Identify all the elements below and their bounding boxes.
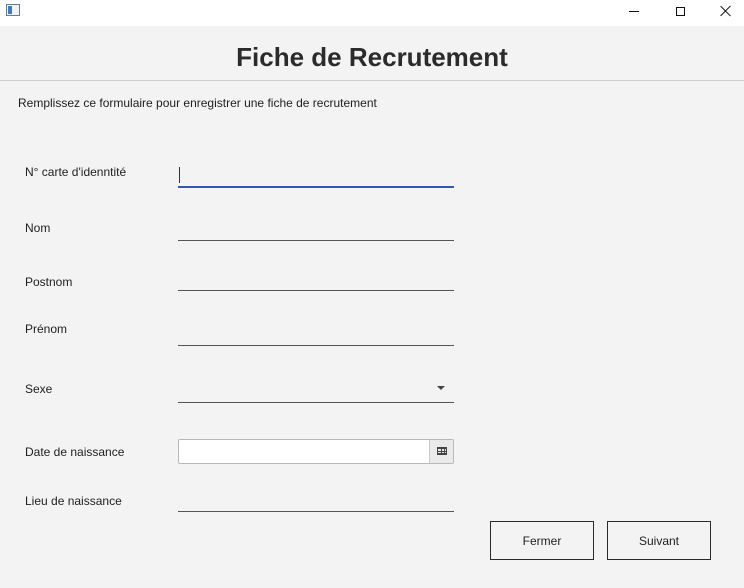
calendar-button[interactable] — [429, 440, 453, 463]
minimize-icon — [629, 10, 639, 12]
app-window-icon — [6, 4, 20, 16]
window-titlebar — [0, 0, 744, 26]
chevron-down-icon — [437, 386, 445, 390]
postnom-label: Postnom — [25, 275, 73, 289]
maximize-button[interactable] — [657, 0, 703, 22]
maximize-icon — [675, 6, 685, 16]
form-instruction: Remplissez ce formulaire pour enregistre… — [18, 96, 377, 110]
prenom-input[interactable] — [178, 324, 454, 346]
calendar-icon — [437, 447, 447, 455]
text-caret — [179, 167, 180, 183]
sexe-select[interactable] — [178, 380, 454, 403]
date-naissance-input[interactable] — [179, 440, 429, 463]
postnom-input[interactable] — [178, 269, 454, 291]
nom-label: Nom — [25, 221, 51, 235]
sexe-label: Sexe — [25, 382, 53, 396]
id-card-input[interactable] — [178, 166, 454, 188]
close-icon — [720, 5, 732, 17]
next-button[interactable]: Suivant — [607, 521, 711, 560]
date-naissance-picker — [178, 439, 454, 464]
nom-input[interactable] — [178, 219, 454, 241]
page-title: Fiche de Recrutement — [236, 42, 508, 72]
title-divider — [0, 80, 744, 81]
lieu-naissance-label: Lieu de naissance — [25, 494, 122, 508]
close-button[interactable]: Fermer — [490, 521, 594, 560]
prenom-label: Prénom — [25, 322, 68, 336]
lieu-naissance-input[interactable] — [178, 490, 454, 512]
close-window-button[interactable] — [703, 0, 744, 22]
id-card-label: N° carte d'idenntité — [25, 165, 127, 179]
date-naissance-label: Date de naissance — [25, 445, 125, 459]
minimize-button[interactable] — [611, 0, 657, 22]
